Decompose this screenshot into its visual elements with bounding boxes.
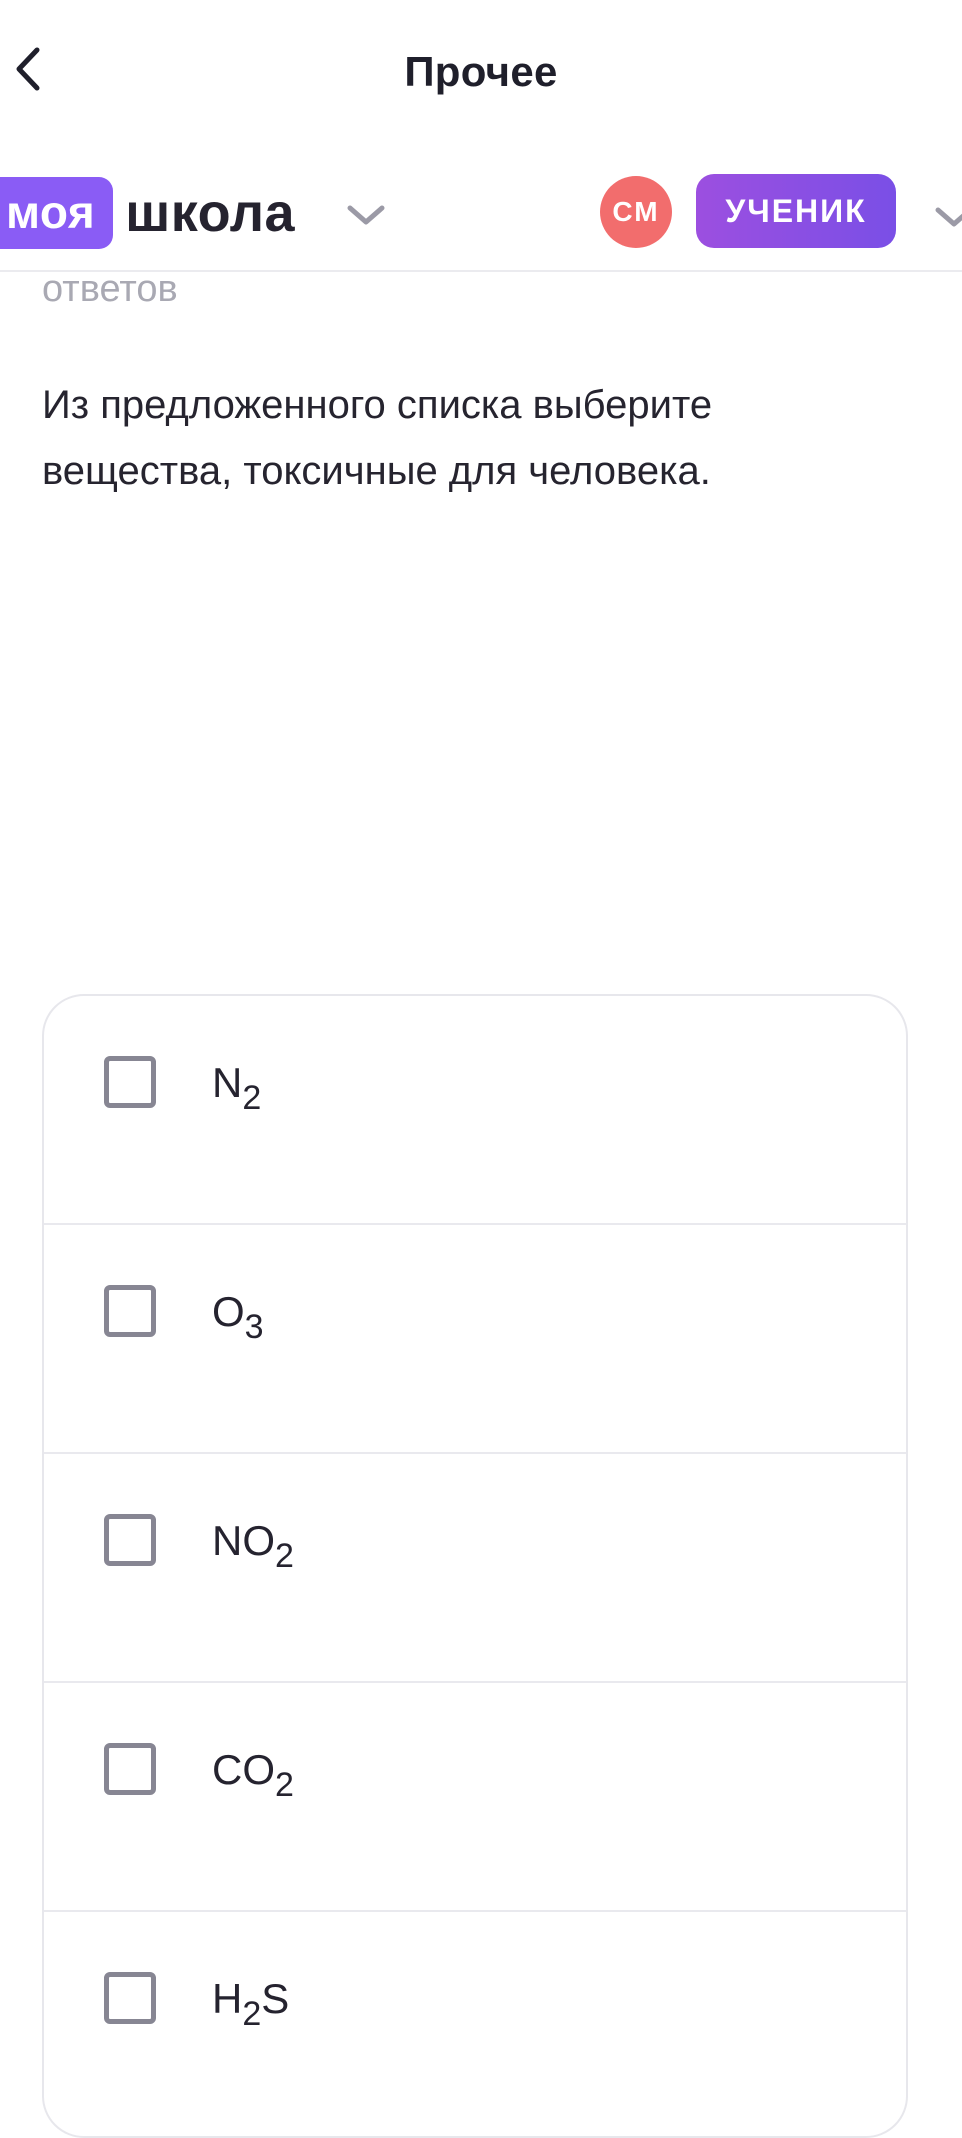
top-navigation-bar: Прочее <box>0 0 962 140</box>
option-label: N2 <box>212 1059 262 1117</box>
options-list: N2 O3 NO2 CO2 H2S <box>42 994 908 2138</box>
role-badge[interactable]: УЧЕНИК <box>696 174 896 248</box>
brand-logo-part2: школа <box>125 183 296 243</box>
question-text: Из предложенного списка выберите веществ… <box>42 383 713 493</box>
option-item[interactable]: O3 <box>44 1225 906 1454</box>
brand-logo[interactable]: моя школа <box>0 177 295 249</box>
checkbox[interactable] <box>104 1514 156 1566</box>
checkbox[interactable] <box>104 1285 156 1337</box>
option-label: O3 <box>212 1288 264 1346</box>
option-item[interactable]: N2 <box>44 996 906 1225</box>
brand-logo-part1: моя <box>0 177 114 249</box>
option-label: NO2 <box>212 1517 294 1575</box>
option-label: CO2 <box>212 1746 294 1804</box>
checkbox[interactable] <box>104 1056 156 1108</box>
brand-bar: моя школа СМ УЧЕНИК <box>0 160 962 272</box>
avatar[interactable]: СМ <box>600 176 672 248</box>
checkbox[interactable] <box>104 1743 156 1795</box>
chevron-down-icon[interactable] <box>934 202 962 230</box>
page-title: Прочее <box>404 48 558 95</box>
option-item[interactable]: CO2 <box>44 1683 906 1912</box>
option-label: H2S <box>212 1975 290 2033</box>
checkbox[interactable] <box>104 1972 156 2024</box>
option-item[interactable]: NO2 <box>44 1454 906 1683</box>
hint-text: ответов <box>42 268 178 310</box>
chevron-down-icon[interactable] <box>344 200 388 230</box>
option-item[interactable]: H2S <box>44 1912 906 2136</box>
